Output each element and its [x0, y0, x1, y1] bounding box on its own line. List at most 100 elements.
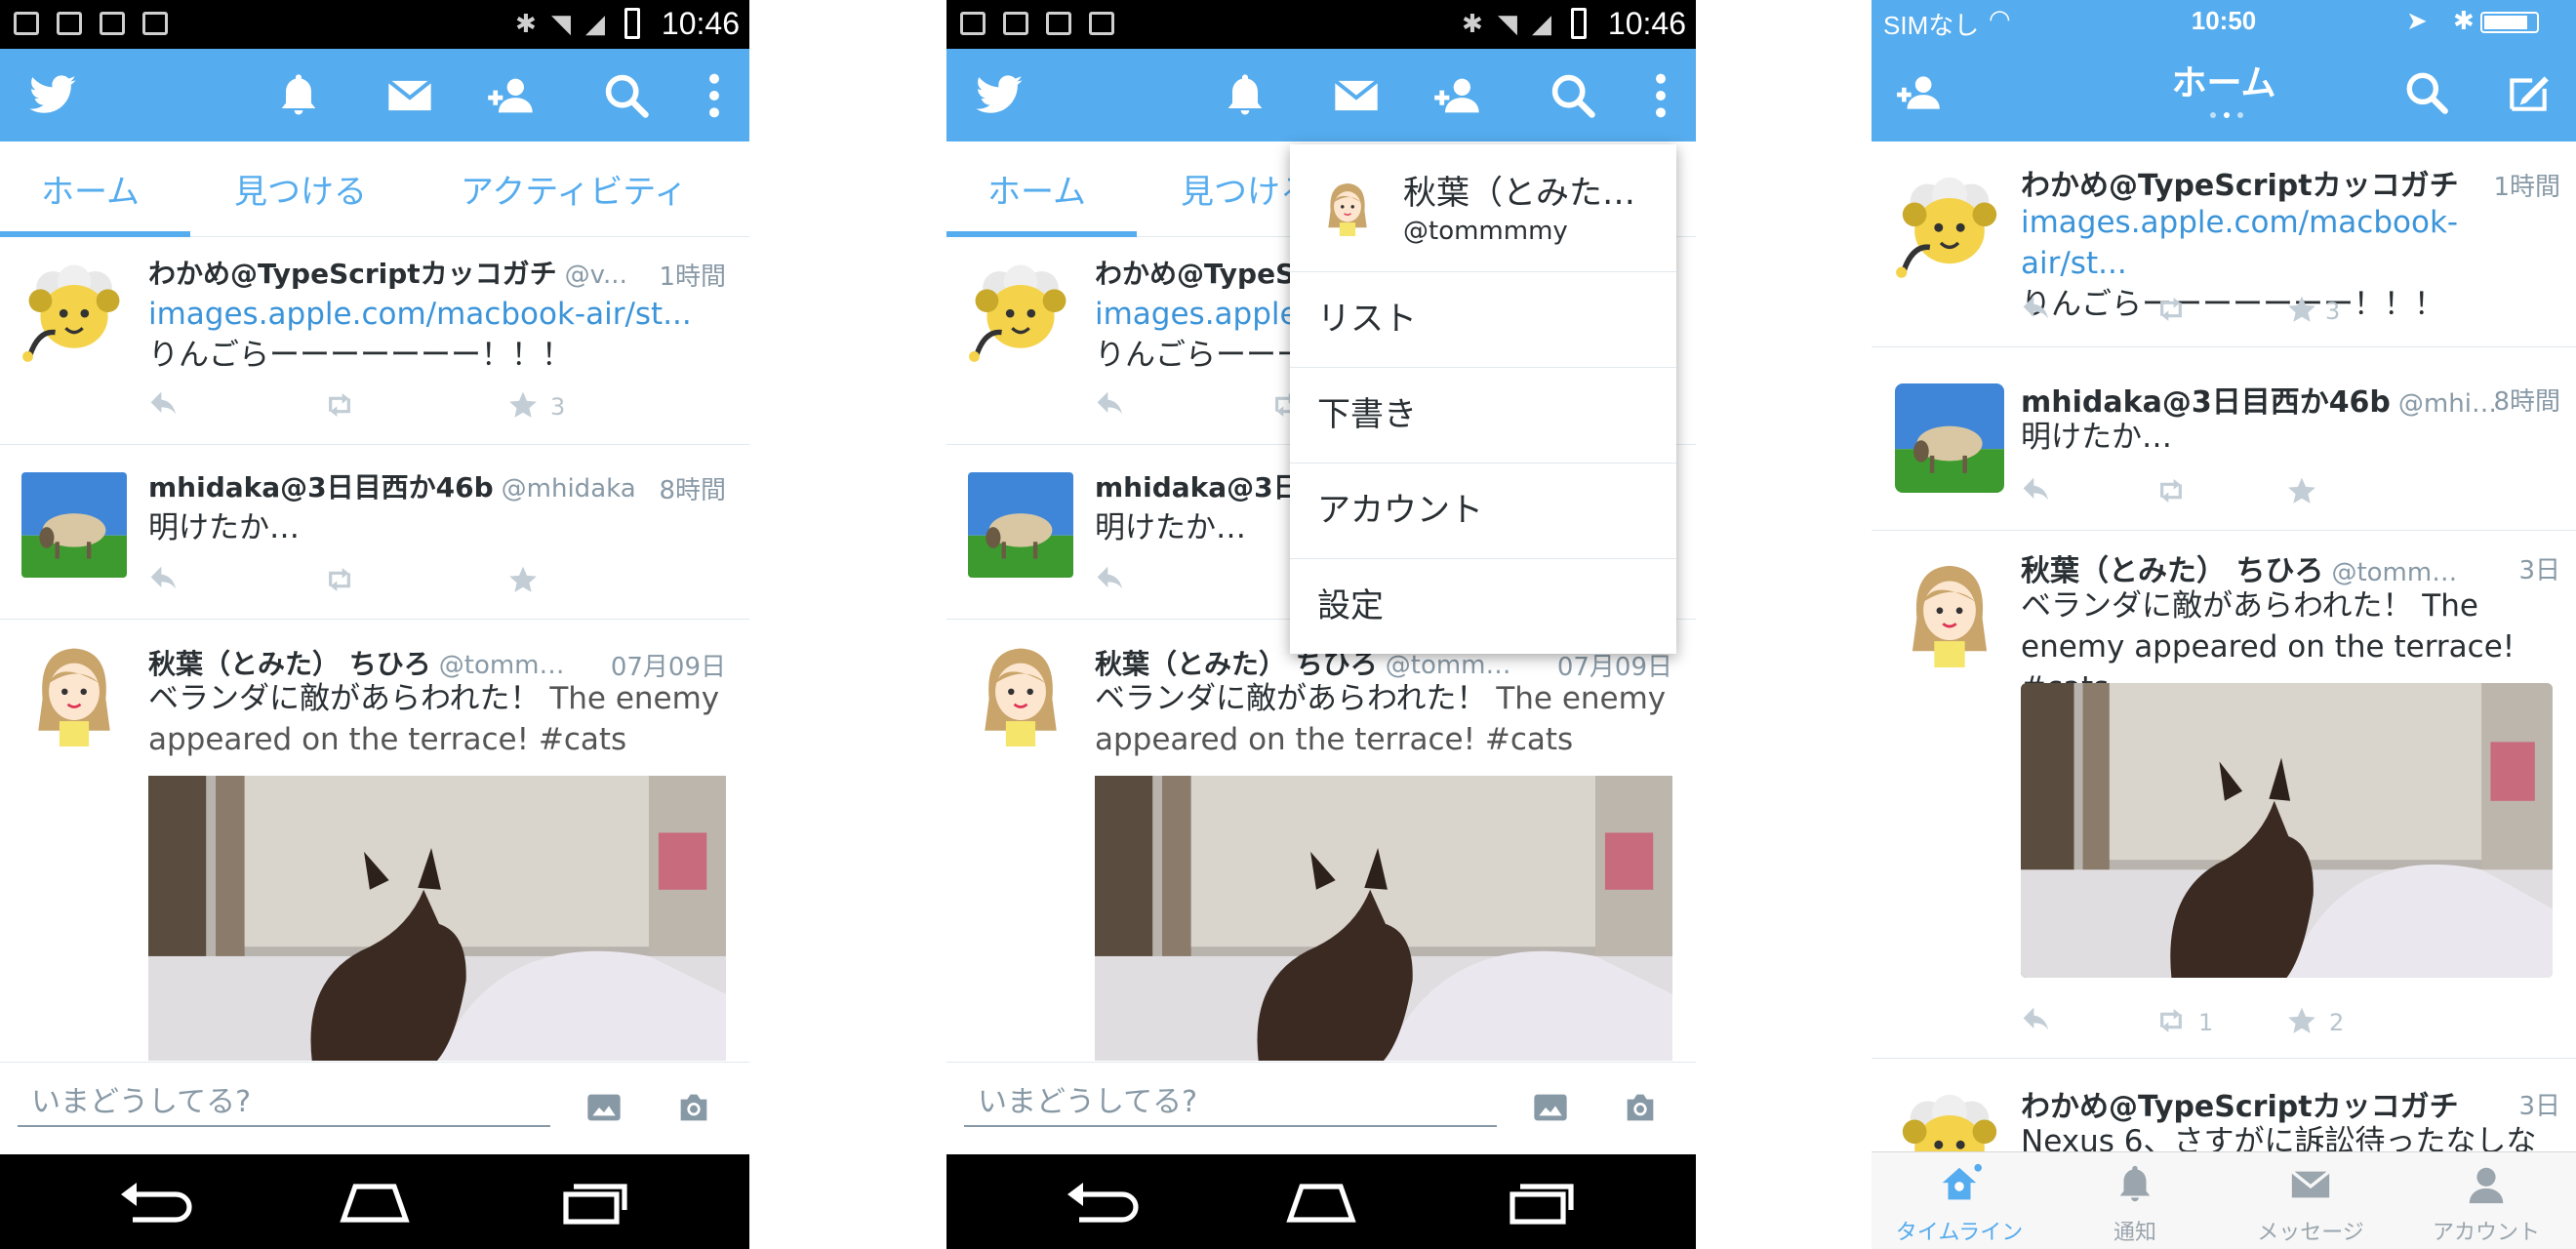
retweet-icon[interactable] — [324, 564, 355, 595]
favorite-count: 2 — [2329, 1009, 2345, 1036]
tweet[interactable]: 秋葉（とみた） ちひろ @tomm… 07月09日 ベランダに敵があらわれた！ T… — [946, 620, 1696, 1061]
favorite-star-icon[interactable] — [507, 564, 539, 595]
camera-icon[interactable] — [671, 1088, 716, 1127]
tab-account[interactable]: アカウント — [2398, 1152, 2574, 1249]
compose-input[interactable]: いまどうしてる? — [18, 1082, 550, 1127]
avatar[interactable] — [968, 472, 1073, 578]
back-icon[interactable] — [117, 1179, 195, 1226]
favorite-star-icon[interactable] — [2286, 475, 2317, 506]
tweet[interactable]: mhidaka@3日目西か46b @mhidaka 8時間 明けたか… — [0, 445, 749, 620]
favorite-star-icon[interactable] — [2286, 294, 2317, 325]
reply-icon[interactable] — [1095, 389, 1126, 421]
avatar[interactable] — [1895, 383, 2004, 493]
avatar[interactable] — [21, 259, 127, 364]
compose-input[interactable]: いまどうしてる? — [964, 1082, 1497, 1127]
add-user-icon[interactable] — [486, 70, 537, 121]
bell-icon[interactable] — [273, 70, 324, 121]
search-icon[interactable] — [601, 70, 652, 121]
ios-timeline-screen: SIMなし ◠ 10:50 ➤ ✱ ホーム わかめ@TypeScriptカッコガ… — [1872, 0, 2576, 1249]
retweet-icon[interactable] — [2155, 1005, 2187, 1036]
retweet-icon[interactable] — [324, 389, 355, 421]
reply-icon[interactable] — [2021, 1005, 2052, 1036]
favorite-star-icon[interactable] — [2286, 1005, 2317, 1036]
status-time: 10:46 — [661, 6, 740, 41]
reply-icon[interactable] — [1095, 564, 1126, 595]
tweet-link[interactable]: images.apple.com/macbook-air/st... — [148, 297, 692, 332]
overflow-menu: 秋葉（とみた… @tommmmy リスト 下書き アカウント 設定 — [1290, 144, 1676, 654]
tab-timeline[interactable]: タイムライン — [1872, 1152, 2047, 1249]
avatar[interactable] — [1895, 171, 2004, 280]
tweet[interactable]: 秋葉（とみた） ちひろ @tomm… 07月09日 ベランダに敵があらわれた！ T… — [0, 620, 749, 1061]
tweet[interactable]: わかめ@TypeScriptカッコガチ 1時間 images.apple.com… — [1872, 141, 2576, 347]
tweet-photo[interactable] — [1095, 776, 1672, 1061]
tweet[interactable]: わかめ@TypeScriptカッコガチ 3日 Nexus 6、さすがに訴訟待った… — [1872, 1059, 2576, 1151]
bell-icon[interactable] — [1220, 70, 1270, 121]
tweet-actions: 1 2 — [2021, 1005, 2509, 1040]
tweet-actions — [2021, 475, 2509, 510]
tweet-photo[interactable] — [148, 776, 726, 1061]
overflow-menu-icon[interactable] — [689, 70, 740, 121]
avatar[interactable] — [968, 641, 1073, 746]
overflow-menu-icon[interactable] — [1635, 70, 1686, 121]
tweet-photo[interactable] — [2021, 683, 2553, 978]
avatar[interactable] — [968, 259, 1073, 364]
reply-icon[interactable] — [148, 564, 180, 595]
search-icon[interactable] — [2398, 68, 2455, 117]
tweet-time: 3日 — [2518, 1092, 2560, 1121]
menu-item-account[interactable]: アカウント — [1290, 463, 1676, 559]
avatar[interactable] — [21, 641, 127, 746]
menu-account[interactable]: 秋葉（とみた… @tommmmy — [1290, 144, 1676, 272]
tab-home[interactable]: ホーム — [41, 165, 140, 213]
envelope-icon[interactable] — [384, 70, 435, 121]
reply-icon[interactable] — [148, 389, 180, 421]
envelope-icon[interactable] — [1331, 70, 1382, 121]
bluetooth-icon: ✱ — [515, 10, 537, 39]
menu-item-settings[interactable]: 設定 — [1290, 559, 1676, 654]
android-menu-screen: ✱ ◥ ◢ 10:46 ホーム 見つける わかめ@TypeScriptカッコガチ… — [946, 0, 1696, 1249]
twitter-bird-icon[interactable] — [974, 70, 1025, 121]
menu-item-drafts[interactable]: 下書き — [1290, 368, 1676, 463]
tab-activity[interactable]: アクティビティ — [461, 165, 687, 213]
gallery-icon[interactable] — [582, 1088, 626, 1127]
home-icon[interactable] — [336, 1179, 414, 1226]
tweet-time: 8時間 — [2493, 387, 2560, 417]
tweet-actions — [148, 564, 636, 599]
tweet[interactable]: 秋葉（とみた） ちひろ @tomm… 3日 ベランダに敵があらわれた！ The e… — [1872, 531, 2576, 1059]
tweet-author: わかめ@TypeScriptカッコガチ — [2021, 1090, 2459, 1124]
back-icon[interactable] — [1064, 1179, 1142, 1226]
reply-icon[interactable] — [2021, 475, 2052, 506]
signal-icon: ◢ — [585, 10, 605, 39]
battery-icon — [2480, 12, 2539, 33]
tweet[interactable]: mhidaka@3日目西か46b @mhi… 8時間 明けたか… — [1872, 354, 2576, 531]
signal-icon: ◢ — [1532, 10, 1551, 39]
avatar[interactable] — [1895, 558, 2004, 667]
tweet-time: 8時間 — [659, 476, 726, 505]
menu-item-lists[interactable]: リスト — [1290, 272, 1676, 368]
reply-icon[interactable] — [2021, 294, 2052, 325]
add-user-icon[interactable] — [1432, 70, 1483, 121]
search-icon[interactable] — [1548, 70, 1598, 121]
clipboard-icon — [142, 12, 168, 35]
tab-discover[interactable]: 見つける — [234, 165, 367, 213]
camera-icon[interactable] — [1618, 1088, 1663, 1127]
compose-icon[interactable] — [2500, 68, 2556, 117]
twitter-bird-icon[interactable] — [27, 70, 78, 121]
recent-apps-icon[interactable] — [554, 1179, 632, 1226]
tweet-link[interactable]: images.apple.com/macbook-air/st... — [2021, 205, 2458, 281]
bell-icon — [2119, 1165, 2151, 1202]
avatar[interactable] — [1895, 1088, 2004, 1151]
retweet-icon[interactable] — [2155, 294, 2187, 325]
gmail-icon — [1003, 12, 1028, 35]
tab-messages[interactable]: メッセージ — [2223, 1152, 2398, 1249]
tweet[interactable]: わかめ@TypeScriptカッコガチ @v... 1時間 images.appl… — [0, 237, 749, 445]
home-icon[interactable] — [1282, 1179, 1360, 1226]
action-bar — [946, 49, 1696, 141]
tab-notifications[interactable]: 通知 — [2047, 1152, 2223, 1249]
gallery-icon[interactable] — [1528, 1088, 1573, 1127]
favorite-star-icon[interactable] — [507, 389, 539, 421]
avatar[interactable] — [21, 472, 127, 578]
android-timeline-screen: ✱ ◥ ◢ 10:46 ホーム 見つける アクティビティ わかめ@TypeScr… — [0, 0, 749, 1249]
retweet-icon[interactable] — [2155, 475, 2187, 506]
recent-apps-icon[interactable] — [1501, 1179, 1579, 1226]
tab-home[interactable]: ホーム — [987, 165, 1086, 213]
